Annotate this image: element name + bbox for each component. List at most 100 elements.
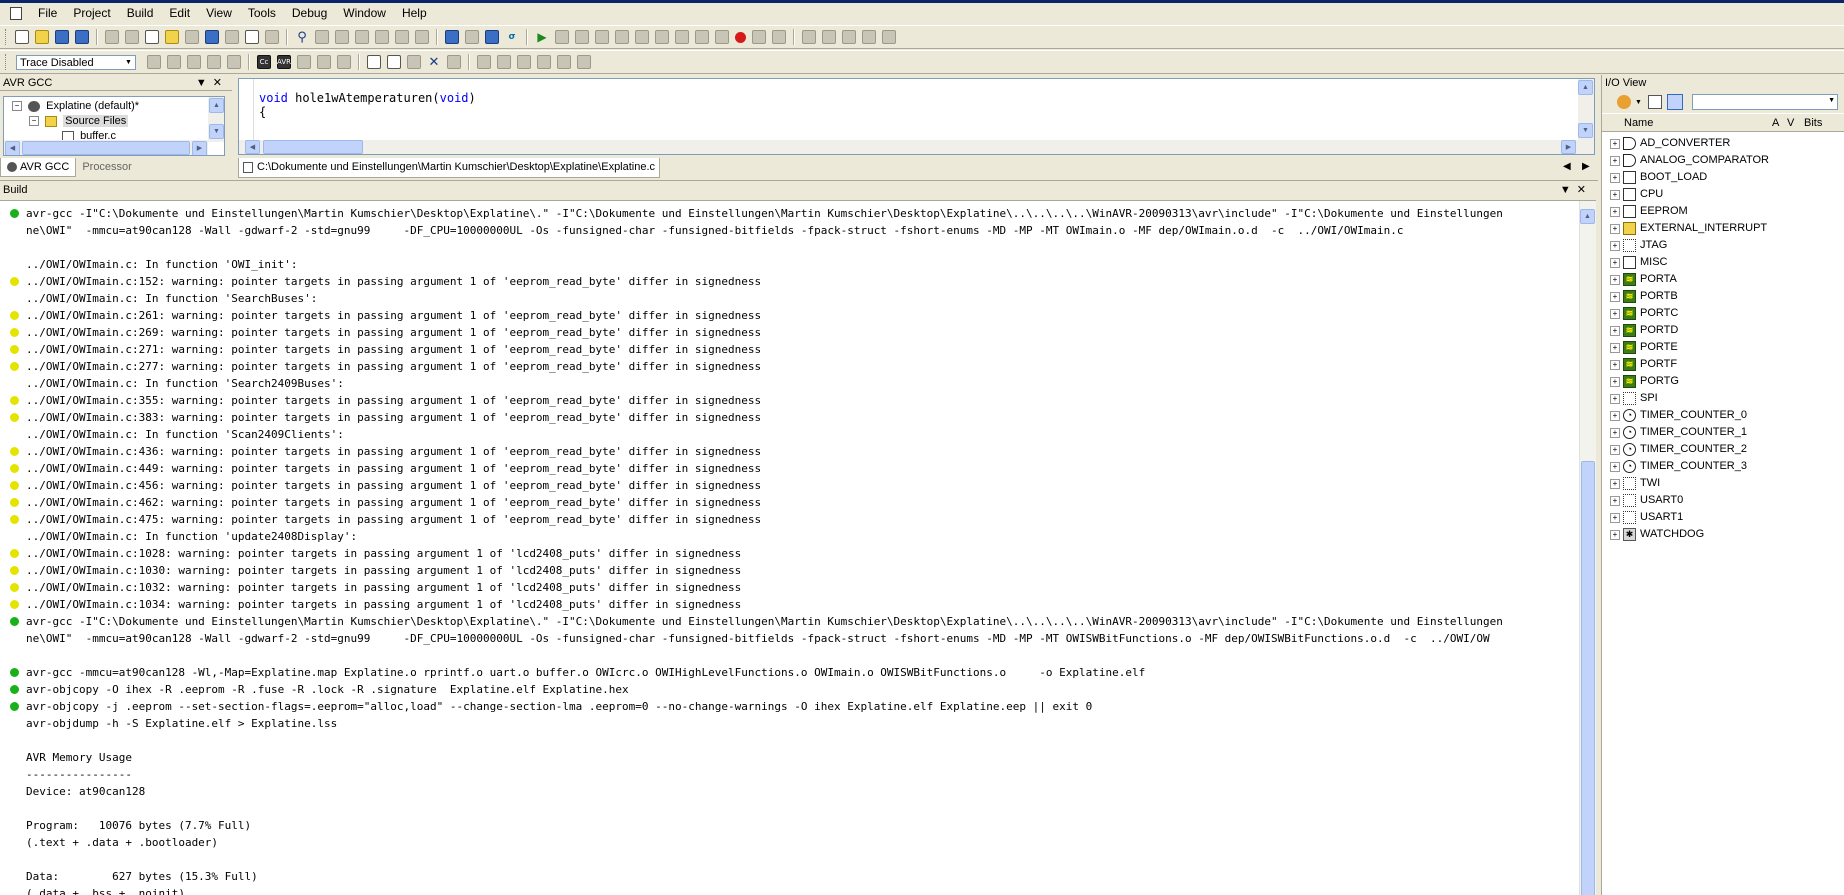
build-line[interactable]: ../OWI/OWImain.c: In function 'SearchBus…: [26, 290, 317, 307]
build-line[interactable]: ../OWI/OWImain.c:383: warning: pointer t…: [26, 409, 761, 426]
tool-a-icon[interactable]: [477, 55, 491, 69]
menu-debug[interactable]: Debug: [284, 3, 335, 23]
io-item[interactable]: + CPU: [1602, 186, 1844, 203]
expand-icon[interactable]: +: [1610, 241, 1620, 251]
io-item[interactable]: + ≋ PORTE: [1602, 339, 1844, 356]
copy-icon[interactable]: [145, 30, 159, 44]
io-item[interactable]: + ◔ TIMER_COUNTER_0: [1602, 407, 1844, 424]
bookmark-clear-icon[interactable]: [375, 30, 389, 44]
build-line[interactable]: avr-objcopy -j .eeprom --set-section-fla…: [26, 698, 1092, 715]
undo-icon[interactable]: [205, 30, 219, 44]
editor-hscroll[interactable]: ◀ ▶: [239, 140, 1594, 154]
io-item[interactable]: + USART1: [1602, 509, 1844, 526]
transfer-icon[interactable]: [407, 55, 421, 69]
dropdown-icon[interactable]: ▼: [1560, 184, 1577, 196]
compile-icon[interactable]: [485, 30, 499, 44]
check-icon[interactable]: [537, 55, 551, 69]
step-into-icon[interactable]: [615, 30, 629, 44]
redo-icon[interactable]: [225, 30, 239, 44]
find-in-files-icon[interactable]: [265, 30, 279, 44]
refresh-icon[interactable]: [557, 55, 571, 69]
open-folder-icon[interactable]: [35, 30, 49, 44]
build-line[interactable]: (.data + .bss + .noinit): [26, 885, 185, 895]
build-line[interactable]: AVR Memory Usage: [26, 749, 132, 766]
window-icon[interactable]: [245, 30, 259, 44]
expand-icon[interactable]: +: [1610, 275, 1620, 285]
print-icon[interactable]: [105, 30, 119, 44]
paste-icon[interactable]: [165, 30, 179, 44]
chevron-down-icon[interactable]: ▼: [123, 57, 134, 68]
scroll-thumb[interactable]: [263, 140, 363, 154]
expand-icon[interactable]: +: [1610, 292, 1620, 302]
scroll-thumb[interactable]: [22, 141, 190, 155]
expand-icon[interactable]: +: [1610, 258, 1620, 268]
build-line[interactable]: ../OWI/OWImain.c:1028: warning: pointer …: [26, 545, 741, 562]
expand-icon[interactable]: +: [1610, 173, 1620, 183]
io-search-input[interactable]: ▼: [1692, 94, 1838, 110]
quickwatch-icon[interactable]: [772, 30, 786, 44]
new-file-icon[interactable]: [15, 30, 29, 44]
expand-icon[interactable]: +: [1610, 394, 1620, 404]
close-icon[interactable]: ✕: [427, 55, 441, 70]
auto-step-icon[interactable]: [695, 30, 709, 44]
build-line[interactable]: (.text + .data + .bootloader): [26, 834, 218, 851]
io-item[interactable]: + TWI: [1602, 475, 1844, 492]
bookmark-prev-icon[interactable]: [355, 30, 369, 44]
bookmark-icon[interactable]: [315, 30, 329, 44]
tab-scroll-left-icon[interactable]: ◀: [1563, 161, 1571, 172]
scroll-down-icon[interactable]: ▼: [1578, 123, 1593, 138]
toggle-braces-icon[interactable]: [715, 30, 729, 44]
stop-build-icon[interactable]: σ: [505, 30, 519, 44]
outdent-icon[interactable]: [415, 30, 429, 44]
io-item[interactable]: + ≋ PORTC: [1602, 305, 1844, 322]
build-line[interactable]: ../OWI/OWImain.c: In function 'OWI_init'…: [26, 256, 298, 273]
expand-icon[interactable]: +: [1610, 326, 1620, 336]
scroll-right-icon[interactable]: ▶: [192, 141, 207, 155]
collapse-icon[interactable]: −: [12, 101, 22, 112]
expand-icon[interactable]: +: [1610, 139, 1620, 149]
project-tree-hscroll[interactable]: ◀ ▶: [4, 140, 208, 155]
build-line[interactable]: ../OWI/OWImain.c:1030: warning: pointer …: [26, 562, 741, 579]
run-icon[interactable]: ▶: [535, 30, 549, 44]
expand-icon[interactable]: +: [1610, 530, 1620, 540]
code-editor[interactable]: void hole1wAtemperaturen(void) { ▲ ▼ ◀ ▶: [238, 78, 1595, 155]
toolbar-grip[interactable]: [5, 54, 9, 70]
save-icon[interactable]: [55, 30, 69, 44]
close-icon[interactable]: ✕: [213, 77, 228, 89]
print-preview-icon[interactable]: [185, 30, 199, 44]
build-line[interactable]: ../OWI/OWImain.c:436: warning: pointer t…: [26, 443, 761, 460]
io-item[interactable]: + USART0: [1602, 492, 1844, 509]
calculator-icon[interactable]: [367, 55, 381, 69]
collapse-icon[interactable]: −: [29, 116, 39, 127]
project-tree-vscroll[interactable]: ▲ ▼: [208, 97, 224, 142]
io-item[interactable]: + SPI: [1602, 390, 1844, 407]
scroll-left-icon[interactable]: ◀: [245, 140, 260, 154]
col-v[interactable]: V: [1787, 114, 1794, 132]
watch-window-icon[interactable]: [802, 30, 816, 44]
expand-icon[interactable]: +: [1610, 343, 1620, 353]
trace-point-icon[interactable]: [147, 55, 161, 69]
build-icon[interactable]: [445, 30, 459, 44]
build-line[interactable]: ../OWI/OWImain.c:1034: warning: pointer …: [26, 596, 741, 613]
expand-icon[interactable]: +: [1610, 462, 1620, 472]
io-item[interactable]: + JTAG: [1602, 237, 1844, 254]
col-name[interactable]: Name: [1624, 114, 1653, 132]
build-line[interactable]: ../OWI/OWImain.c:1032: warning: pointer …: [26, 579, 741, 596]
tool-d-icon[interactable]: [577, 55, 591, 69]
breakpoint-icon[interactable]: [735, 31, 746, 43]
io-item[interactable]: + ≋ PORTB: [1602, 288, 1844, 305]
expand-icon[interactable]: +: [1610, 156, 1620, 166]
menu-window[interactable]: Window: [335, 3, 394, 23]
build-line[interactable]: ../OWI/OWImain.c: In function 'update240…: [26, 528, 357, 545]
reset-icon[interactable]: [575, 30, 589, 44]
build-line[interactable]: ../OWI/OWImain.c:475: warning: pointer t…: [26, 511, 761, 528]
build-line[interactable]: ../OWI/OWImain.c:462: warning: pointer t…: [26, 494, 761, 511]
program-icon[interactable]: [387, 55, 401, 69]
io-item[interactable]: + EEPROM: [1602, 203, 1844, 220]
build-line[interactable]: ../OWI/OWImain.c: In function 'Scan2409C…: [26, 426, 344, 443]
build-line[interactable]: ../OWI/OWImain.c:456: warning: pointer t…: [26, 477, 761, 494]
expand-icon[interactable]: +: [1610, 513, 1620, 523]
build-line[interactable]: Device: at90can128: [26, 783, 145, 800]
menu-build[interactable]: Build: [119, 3, 162, 23]
processor-window-icon[interactable]: [882, 30, 896, 44]
